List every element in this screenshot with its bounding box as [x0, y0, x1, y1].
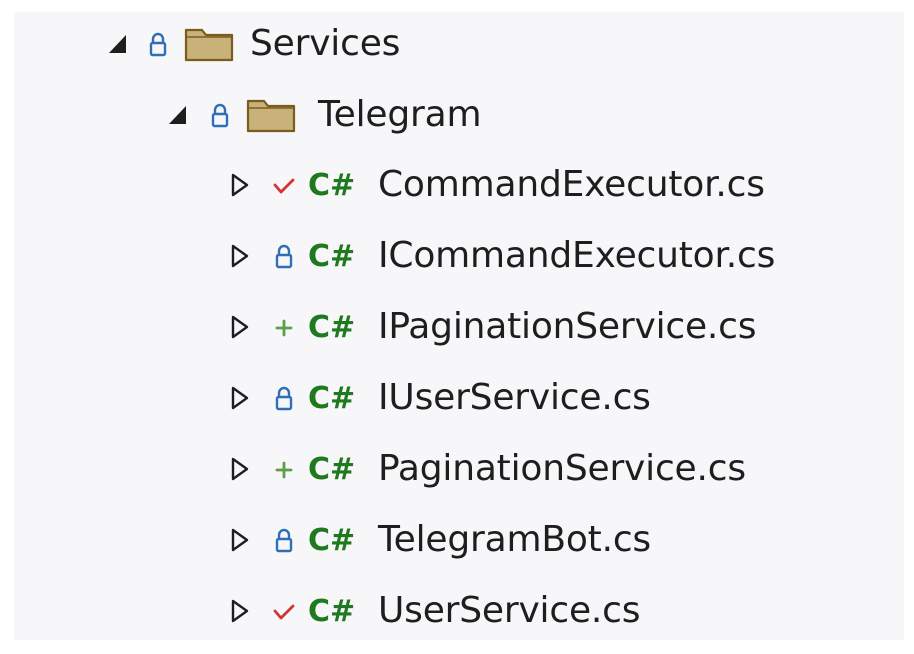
svg-text:C#: C# — [308, 523, 355, 558]
collapsed-triangle-icon[interactable] — [228, 449, 252, 489]
expanded-triangle-icon[interactable] — [166, 95, 190, 135]
tree-item-label: Telegram — [318, 94, 482, 135]
collapsed-triangle-icon[interactable] — [228, 165, 252, 205]
svg-text:C#: C# — [308, 310, 355, 345]
csharp-file-icon: C# — [306, 520, 362, 560]
tree-item-label: Services — [250, 23, 401, 64]
checkmark-icon — [272, 591, 296, 631]
csharp-file-icon: C# — [306, 449, 362, 489]
tree-item-label: PaginationService.cs — [378, 448, 746, 489]
tree-row-file[interactable]: C# IUserService.cs — [14, 370, 904, 426]
csharp-file-icon: C# — [306, 165, 362, 205]
tree-item-label: TelegramBot.cs — [378, 519, 651, 560]
lock-icon — [272, 236, 296, 276]
tree-item-label: CommandExecutor.cs — [378, 164, 765, 205]
collapsed-triangle-icon[interactable] — [228, 378, 252, 418]
tree-row-file[interactable]: C# PaginationService.cs — [14, 441, 904, 497]
collapsed-triangle-icon[interactable] — [228, 236, 252, 276]
expanded-triangle-icon[interactable] — [106, 24, 130, 64]
tree-item-label: ICommandExecutor.cs — [378, 235, 776, 276]
lock-icon — [208, 95, 232, 135]
tree-item-label: UserService.cs — [378, 590, 641, 631]
tree-row-services-folder[interactable]: Services — [14, 16, 904, 72]
solution-explorer-tree: Services Telegram C# CommandExecutor.cs … — [14, 12, 904, 640]
tree-row-file[interactable]: C# ICommandExecutor.cs — [14, 228, 904, 284]
checkmark-icon — [272, 165, 296, 205]
svg-text:C#: C# — [308, 239, 355, 274]
collapsed-triangle-icon[interactable] — [228, 307, 252, 347]
svg-text:C#: C# — [308, 452, 355, 487]
svg-text:C#: C# — [308, 594, 355, 629]
collapsed-triangle-icon[interactable] — [228, 591, 252, 631]
lock-icon — [146, 24, 170, 64]
svg-text:C#: C# — [308, 381, 355, 416]
csharp-file-icon: C# — [306, 307, 362, 347]
plus-icon — [272, 307, 296, 347]
svg-text:C#: C# — [308, 168, 355, 203]
collapsed-triangle-icon[interactable] — [228, 520, 252, 560]
tree-item-label: IUserService.cs — [378, 377, 651, 418]
tree-item-label: IPaginationService.cs — [378, 306, 757, 347]
lock-icon — [272, 520, 296, 560]
lock-icon — [272, 378, 296, 418]
tree-row-file[interactable]: C# UserService.cs — [14, 583, 904, 639]
folder-icon — [244, 93, 300, 135]
folder-icon — [182, 22, 238, 64]
csharp-file-icon: C# — [306, 378, 362, 418]
plus-icon — [272, 449, 296, 489]
tree-row-file[interactable]: C# IPaginationService.cs — [14, 299, 904, 355]
csharp-file-icon: C# — [306, 591, 362, 631]
tree-row-file[interactable]: C# TelegramBot.cs — [14, 512, 904, 568]
csharp-file-icon: C# — [306, 236, 362, 276]
tree-row-telegram-folder[interactable]: Telegram — [14, 87, 904, 143]
tree-row-file[interactable]: C# CommandExecutor.cs — [14, 157, 904, 213]
